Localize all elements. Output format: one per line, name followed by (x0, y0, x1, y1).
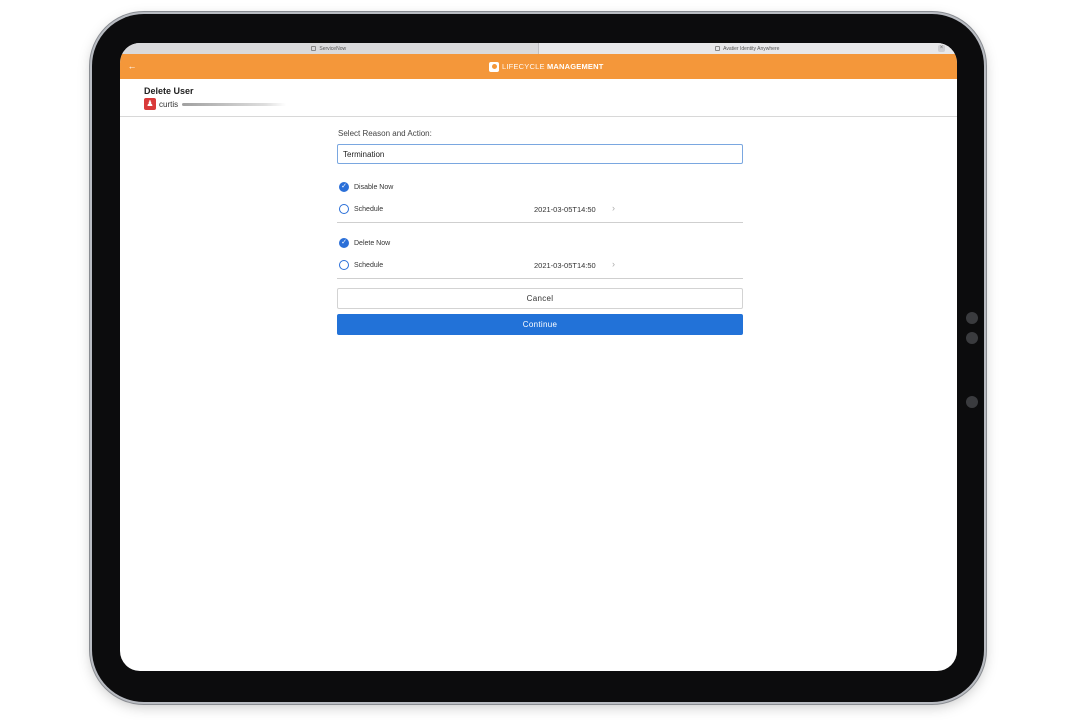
delete-now-option[interactable]: ✓ Delete Now (337, 232, 743, 254)
user-delete-icon: ♟ (144, 98, 156, 110)
option-label: Schedule (354, 261, 384, 269)
disable-schedule-option[interactable]: Schedule 2021-03-05T14:50 › (337, 198, 743, 220)
divider (337, 222, 743, 223)
arrow-left-icon: ← (127, 61, 137, 71)
delete-user-form: Select Reason and Action: Termination ✓ … (337, 129, 743, 335)
tab-label: Avatier Identity Anywhere (723, 45, 780, 52)
close-tab-icon[interactable]: × (938, 45, 945, 52)
reason-select[interactable]: Termination (337, 144, 743, 164)
app-screen: ServiceNow Avatier Identity Anywhere × ←… (120, 43, 957, 671)
brand-logo: LIFECYCLE MANAGEMENT (489, 59, 604, 74)
browser-tab-bar: ServiceNow Avatier Identity Anywhere × (120, 43, 957, 54)
disable-now-option[interactable]: ✓ Disable Now (337, 176, 743, 198)
browser-tab-avatier[interactable]: Avatier Identity Anywhere (538, 43, 957, 54)
option-label: Delete Now (354, 239, 391, 247)
side-button (966, 396, 978, 408)
chevron-right-icon[interactable]: › (612, 259, 615, 269)
reason-label: Select Reason and Action: (338, 129, 432, 138)
app-header-bar: ← LIFECYCLE MANAGEMENT (120, 54, 957, 79)
unchecked-radio-icon[interactable] (339, 260, 349, 270)
redacted-username (182, 102, 287, 106)
option-label: Disable Now (354, 183, 394, 191)
brand-bold-text: MANAGEMENT (546, 62, 604, 71)
tab-label: ServiceNow (319, 45, 347, 52)
page-icon (311, 46, 317, 51)
page-header: Delete User ♟ curtis (120, 79, 957, 117)
unchecked-radio-icon[interactable] (339, 204, 349, 214)
page-icon (715, 46, 721, 51)
checked-radio-icon[interactable]: ✓ (339, 182, 349, 192)
back-button[interactable]: ← (126, 60, 138, 72)
logo-icon (489, 61, 499, 72)
continue-button[interactable]: Continue (337, 314, 743, 335)
option-label: Schedule (354, 205, 384, 213)
side-button (966, 332, 978, 344)
side-button (966, 312, 978, 324)
schedule-date[interactable]: 2021-03-05T14:50 (534, 205, 596, 214)
browser-tab-servicenow[interactable]: ServiceNow (120, 43, 539, 54)
user-identity: ♟ curtis (144, 98, 287, 110)
divider (337, 278, 743, 279)
delete-schedule-option[interactable]: Schedule 2021-03-05T14:50 › (337, 254, 743, 276)
chevron-right-icon[interactable]: › (612, 203, 615, 213)
checked-radio-icon[interactable]: ✓ (339, 238, 349, 248)
brand-light-text: LIFECYCLE (502, 62, 545, 71)
user-name: curtis (159, 99, 179, 109)
cancel-button[interactable]: Cancel (337, 288, 743, 309)
schedule-date[interactable]: 2021-03-05T14:50 (534, 261, 596, 270)
page-title: Delete User (144, 86, 194, 96)
brand-name: LIFECYCLE MANAGEMENT (502, 62, 604, 71)
